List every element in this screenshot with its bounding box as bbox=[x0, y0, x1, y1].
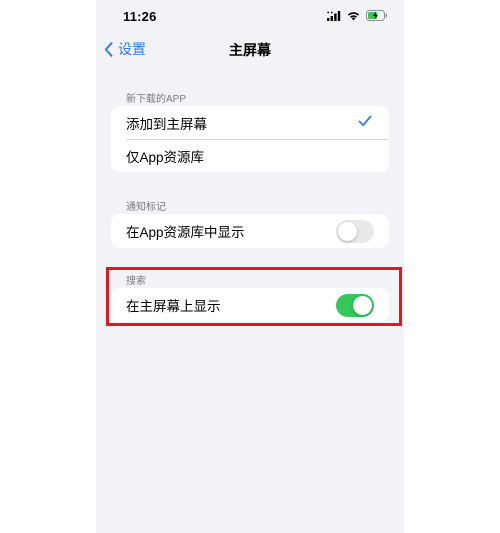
new-downloads-group: 添加到主屏幕 仅App资源库 bbox=[111, 106, 389, 172]
navigation-bar: 设置 主屏幕 bbox=[96, 34, 404, 64]
option-label: 仅App资源库 bbox=[126, 149, 205, 165]
checkmark-icon bbox=[358, 115, 372, 127]
battery-charging-icon bbox=[366, 8, 388, 26]
cellular-signal-icon bbox=[327, 8, 341, 26]
row-show-in-app-library: 在App资源库中显示 bbox=[111, 214, 389, 248]
highlight-annotation-box bbox=[106, 267, 402, 326]
option-add-to-home-screen[interactable]: 添加到主屏幕 bbox=[111, 106, 389, 139]
row-label: 在App资源库中显示 bbox=[126, 225, 245, 240]
status-time: 11:26 bbox=[123, 9, 157, 24]
wifi-icon bbox=[347, 8, 360, 26]
section-header-notification-badges: 通知标记 bbox=[126, 202, 166, 213]
toggle-knob bbox=[338, 222, 357, 241]
status-icons bbox=[327, 10, 388, 24]
section-header-new-downloads: 新下载的APP bbox=[126, 94, 187, 105]
notification-badges-group: 在App资源库中显示 bbox=[111, 214, 389, 248]
status-bar: 11:26 bbox=[96, 0, 404, 34]
page-title: 主屏幕 bbox=[229, 42, 271, 58]
option-label: 添加到主屏幕 bbox=[126, 116, 207, 132]
option-app-library-only[interactable]: 仅App资源库 bbox=[111, 139, 389, 172]
show-in-app-library-toggle[interactable] bbox=[336, 220, 374, 243]
